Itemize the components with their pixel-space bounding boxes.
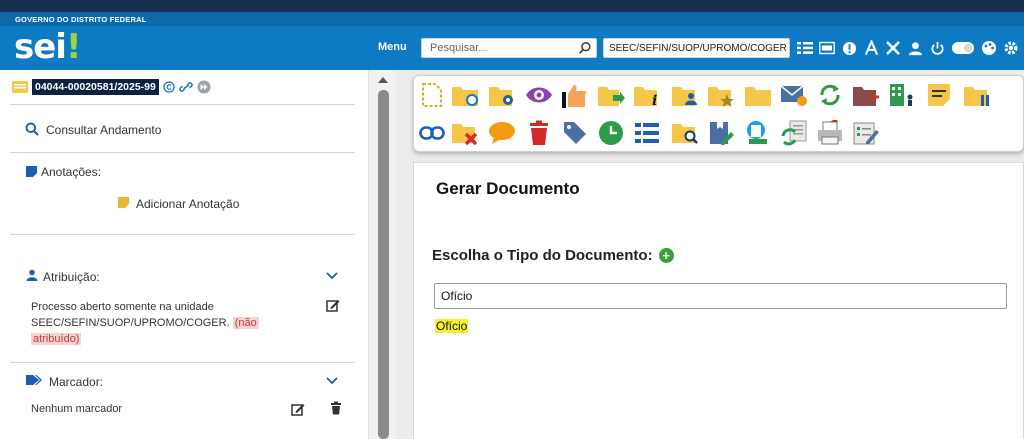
nao-atribuido-badge-1: (não xyxy=(232,317,259,329)
folder-icon[interactable] xyxy=(744,81,772,109)
clock-icon[interactable] xyxy=(597,119,625,147)
nao-atribuido-badge-2: atribuído) xyxy=(31,333,82,345)
tag-icon[interactable] xyxy=(561,119,589,147)
toggle-icon[interactable] xyxy=(951,40,975,56)
comment-icon[interactable] xyxy=(488,119,516,147)
list-icon[interactable] xyxy=(633,119,661,147)
trash-icon[interactable] xyxy=(525,119,553,147)
user-icon xyxy=(26,269,38,281)
folder-edit-icon[interactable] xyxy=(707,119,735,147)
bell-icon[interactable] xyxy=(841,40,857,56)
atribuicao-line-2: SEEC/SEFIN/SUOP/UPROMO/COGER. (não xyxy=(31,315,331,331)
folder-settings-icon[interactable] xyxy=(488,81,516,109)
document-type-option-oficio[interactable]: Ofício xyxy=(435,319,469,333)
keyboard-123-icon[interactable] xyxy=(819,40,835,56)
process-number[interactable]: 04044-00020581/2025-99 xyxy=(32,79,159,95)
chevron-down-icon[interactable] xyxy=(326,272,338,280)
scroll-up-arrow[interactable] xyxy=(378,77,388,83)
thumbs-up-icon[interactable] xyxy=(560,81,588,109)
atribuicao-label: Atribuição: xyxy=(43,270,100,284)
marcador-value: Nenhum marcador xyxy=(31,403,123,415)
list-icon[interactable] xyxy=(797,40,813,56)
logo-text: sei xyxy=(14,27,67,67)
header-icons xyxy=(797,38,1019,58)
choose-type-label: Escolha o Tipo do Documento: xyxy=(432,247,653,264)
unit-selector[interactable]: SEEC/SEFIN/SUOP/UPROMO/COGER xyxy=(603,38,790,58)
user-icon[interactable] xyxy=(907,40,923,56)
divider xyxy=(10,104,355,105)
folder-remove-icon[interactable] xyxy=(451,119,479,147)
refresh-icon[interactable] xyxy=(816,81,844,109)
process-tree-panel: 04044-00020581/2025-99 Consultar Andamen… xyxy=(0,70,368,439)
link-icon[interactable] xyxy=(179,81,193,93)
notes-icon xyxy=(26,166,37,177)
atribuicao-line-3: atribuído) xyxy=(31,331,331,347)
search-input[interactable] xyxy=(422,39,572,57)
note-icon[interactable] xyxy=(925,81,953,109)
divider xyxy=(10,152,355,153)
tag-icon xyxy=(26,375,42,385)
search-icon[interactable] xyxy=(578,41,592,55)
process-toolbar: i xyxy=(413,75,1024,152)
folder-search-icon[interactable] xyxy=(671,119,699,147)
copyright-icon[interactable] xyxy=(163,81,175,93)
fast-forward-icon[interactable] xyxy=(197,80,211,94)
tools-icon[interactable] xyxy=(885,40,901,56)
sei-logo[interactable]: sei! xyxy=(14,27,81,67)
adicionar-anotacao-link[interactable]: Adicionar Anotação xyxy=(136,197,239,211)
folder-star-icon[interactable] xyxy=(707,81,735,109)
link-icon[interactable] xyxy=(418,119,446,147)
folder-add-icon[interactable] xyxy=(852,81,880,109)
header-bar: sei! Menu SEEC/SEFIN/SUOP/UPROMO/COGER xyxy=(0,26,1024,70)
document-type-filter-input[interactable] xyxy=(434,283,1007,309)
marcador-label: Marcador: xyxy=(49,375,104,389)
search-icon xyxy=(25,122,39,136)
svg-text:i: i xyxy=(652,93,657,107)
folder-info-icon[interactable]: i xyxy=(633,81,661,109)
palette-icon[interactable] xyxy=(981,40,997,56)
search-box xyxy=(421,38,597,58)
menu-button[interactable]: Menu xyxy=(378,41,407,53)
unit-name: SEEC/SEFIN/SUOP/UPROMO/COGER. xyxy=(31,317,230,329)
sticky-note-icon xyxy=(118,197,129,208)
document-refresh-icon[interactable] xyxy=(780,119,808,147)
edit-icon[interactable] xyxy=(326,298,340,312)
scrollbar[interactable] xyxy=(368,70,396,439)
folder-forward-icon[interactable] xyxy=(597,81,625,109)
new-document-icon[interactable] xyxy=(418,81,446,109)
eye-icon[interactable] xyxy=(525,81,553,109)
printer-icon[interactable] xyxy=(816,119,844,147)
choose-type-heading: Escolha o Tipo do Documento: + xyxy=(432,247,674,264)
chevron-down-icon[interactable] xyxy=(326,377,338,385)
document-scan-icon[interactable] xyxy=(744,119,772,147)
folder-pause-icon[interactable] xyxy=(963,81,991,109)
folder-sync-icon[interactable] xyxy=(451,81,479,109)
divider xyxy=(10,362,355,363)
plus-circle-icon[interactable]: + xyxy=(658,248,674,263)
process-folder-icon xyxy=(12,81,28,93)
logo-mark: ! xyxy=(65,27,81,67)
anotacoes-label: Anotações: xyxy=(41,165,102,179)
atribuicao-line-1: Processo aberto somente na unidade xyxy=(31,301,214,313)
consultar-andamento-link[interactable]: Consultar Andamento xyxy=(46,123,161,137)
page-title: Gerar Documento xyxy=(436,179,580,198)
folder-user-icon[interactable] xyxy=(671,81,699,109)
edit-icon[interactable] xyxy=(291,402,305,416)
divider xyxy=(10,234,355,235)
font-size-icon[interactable] xyxy=(863,40,879,56)
power-icon[interactable] xyxy=(929,40,945,56)
email-icon[interactable] xyxy=(780,81,808,109)
settings-gear-icon[interactable] xyxy=(1003,40,1019,56)
gerar-documento-panel: Gerar Documento Escolha o Tipo do Docume… xyxy=(413,162,1024,439)
sei-app: GOVERNO DO DISTRITO FEDERAL sei! Menu SE… xyxy=(0,0,1024,439)
checklist-edit-icon[interactable] xyxy=(852,119,880,147)
process-header: 04044-00020581/2025-99 xyxy=(12,78,211,96)
top-strip xyxy=(0,0,1024,12)
atribuicao-text: Processo aberto somente na unidade SEEC/… xyxy=(31,299,331,347)
building-user-icon[interactable] xyxy=(888,81,916,109)
scroll-thumb[interactable] xyxy=(378,90,389,439)
trash-icon[interactable] xyxy=(329,401,343,415)
gov-bar: GOVERNO DO DISTRITO FEDERAL xyxy=(0,12,1024,26)
